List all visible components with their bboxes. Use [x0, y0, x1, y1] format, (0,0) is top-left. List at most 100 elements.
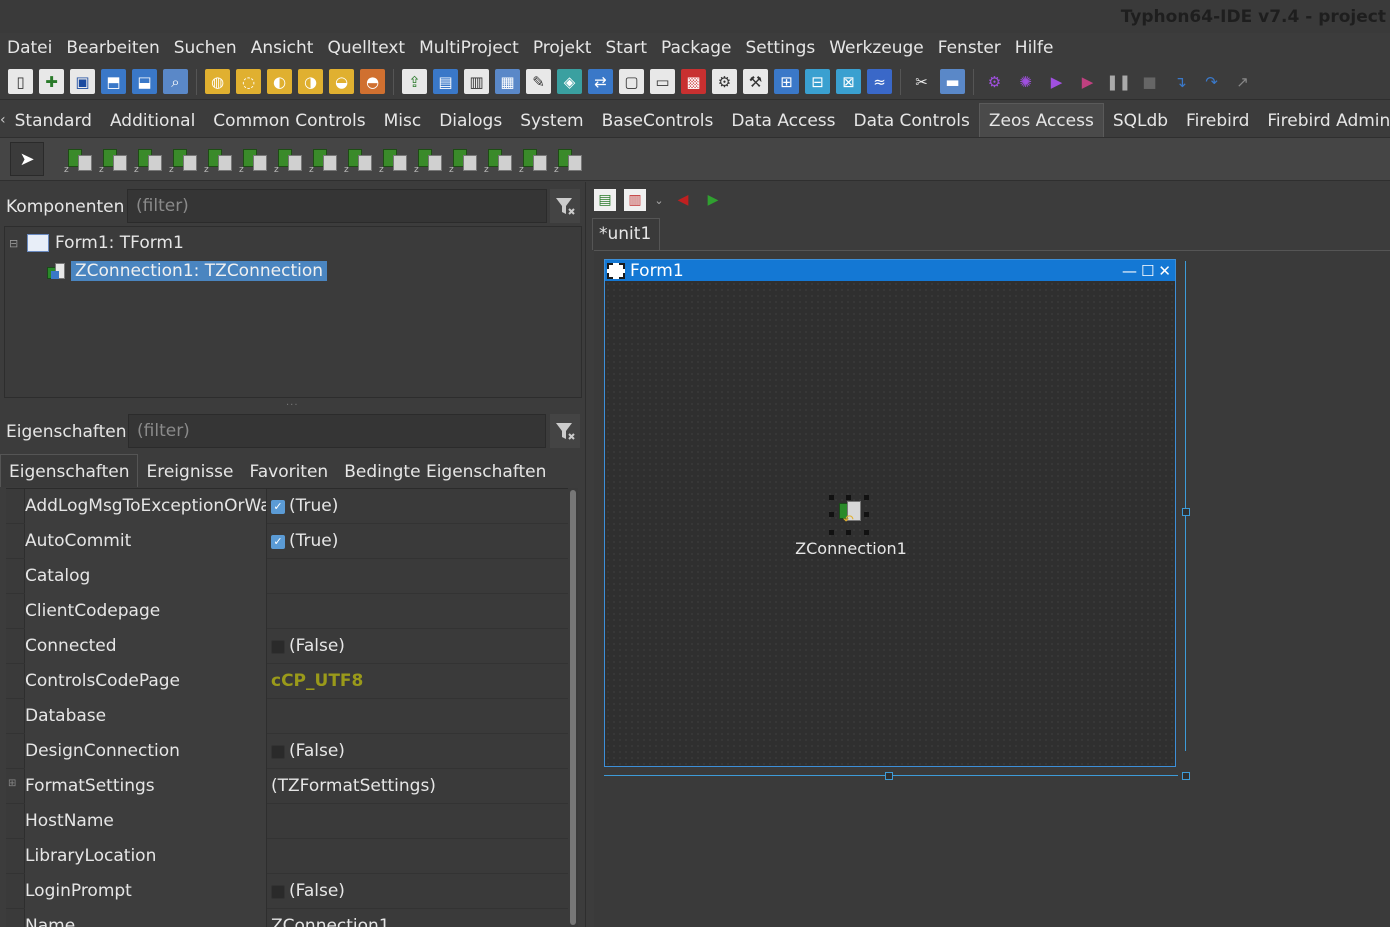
tree-collapse-icon[interactable]: ⊟ [9, 237, 27, 250]
project-tree-icon[interactable]: ⊠ [836, 69, 861, 94]
designed-form[interactable]: Form1 — ☐ ✕ ↶ ZConnection1 [604, 259, 1176, 767]
checkbox[interactable] [271, 639, 285, 654]
menu-item[interactable]: Bearbeiten [59, 38, 166, 58]
property-grid-scrollbar[interactable] [568, 488, 578, 927]
object-inspector-tab[interactable]: Favoriten [242, 454, 337, 487]
selection-handle[interactable] [829, 530, 834, 535]
property-value[interactable]: cCP_UTF8 [268, 664, 568, 699]
palette-tab[interactable]: Zeos Access [978, 103, 1104, 137]
menu-item[interactable]: Hilfe [1008, 38, 1061, 58]
open-file-icon[interactable]: ⇪ [402, 69, 427, 94]
run-icon[interactable]: ▶ [1044, 69, 1069, 94]
new-form-icon[interactable]: ▣ [70, 69, 95, 94]
property-row[interactable]: HostName [6, 804, 568, 839]
property-value[interactable]: ZConnection1 [268, 909, 568, 927]
checkbox[interactable]: ✓ [271, 499, 285, 514]
project-inspector-icon[interactable]: ⊟ [805, 69, 830, 94]
back-arrow-icon[interactable]: ◀ [672, 189, 694, 211]
scrollbar-thumb[interactable] [570, 490, 576, 925]
view-toggle-icon[interactable]: ▩ [681, 69, 706, 94]
page-options-icon[interactable]: ▥ [624, 189, 646, 211]
open-package-icon[interactable]: ◍ [205, 69, 230, 94]
menu-item[interactable]: Quelltext [320, 38, 412, 58]
package-folder-icon[interactable]: ◐ [267, 69, 292, 94]
palette-component-icon[interactable]: z [449, 143, 479, 175]
checkbox[interactable] [271, 744, 285, 759]
zconnection-component[interactable]: ↶ [829, 495, 869, 535]
forward-arrow-icon[interactable]: ▶ [702, 189, 724, 211]
package-dropdown-icon[interactable]: ◌ [236, 69, 261, 94]
step-into-icon[interactable]: ↴ [1168, 69, 1193, 94]
open-project-icon[interactable]: ⬒ [101, 69, 126, 94]
menu-item[interactable]: Datei [0, 38, 59, 58]
selection-handle[interactable] [829, 495, 834, 500]
new-page-icon[interactable]: ▤ [594, 189, 616, 211]
menu-item[interactable]: Settings [738, 38, 822, 58]
tree-row-zconnection[interactable]: ZConnection1: TZConnection [45, 258, 328, 284]
object-inspector-tab[interactable]: Bedingte Eigenschaften [336, 454, 554, 487]
property-value[interactable] [268, 839, 568, 874]
tools-icon[interactable]: ✂ [909, 69, 934, 94]
property-row[interactable]: ⊞ FormatSettings (TZFormatSettings) [6, 769, 568, 804]
new-file-icon[interactable]: ▯ [8, 69, 33, 94]
new-unit-icon[interactable]: ✚ [39, 69, 64, 94]
palette-component-icon[interactable]: z [239, 143, 269, 175]
palette-tab[interactable]: Dialogs [430, 103, 511, 137]
properties-filter-input[interactable]: (filter) [128, 414, 546, 448]
save-icon[interactable]: ▤ [433, 69, 458, 94]
palette-component-icon[interactable]: z [554, 143, 584, 175]
property-row[interactable]: AddLogMsgToExceptionOrWa ✓ (True) [6, 489, 568, 524]
settings-gear-icon[interactable]: ⚙ [982, 69, 1007, 94]
object-inspector-tab[interactable]: Eigenschaften [0, 454, 139, 487]
property-value[interactable] [268, 594, 568, 629]
palette-tab[interactable]: Data Controls [845, 103, 979, 137]
menu-item[interactable]: Start [598, 38, 654, 58]
wave-icon[interactable]: ≈ [867, 69, 892, 94]
selection-handle[interactable] [864, 495, 869, 500]
palette-component-icon[interactable]: z [309, 143, 339, 175]
palette-component-icon[interactable]: z [169, 143, 199, 175]
palette-component-icon[interactable]: z [64, 143, 94, 175]
palette-tab[interactable]: BaseControls [593, 103, 723, 137]
property-row[interactable]: Connected (False) [6, 629, 568, 664]
palette-component-icon[interactable]: z [379, 143, 409, 175]
property-row[interactable]: ControlsCodePage cCP_UTF8 [6, 664, 568, 699]
menu-item[interactable]: Package [654, 38, 738, 58]
palette-tab[interactable]: Standard [6, 103, 101, 137]
form-client-area[interactable]: ↶ ZConnection1 [605, 281, 1175, 766]
chevron-down-icon[interactable]: ⌄ [654, 189, 664, 211]
save-all-icon[interactable]: ▥ [464, 69, 489, 94]
property-row[interactable]: Catalog [6, 559, 568, 594]
save-as-icon[interactable]: ▦ [495, 69, 520, 94]
palette-tab[interactable]: SQLdb [1104, 103, 1177, 137]
pause-icon[interactable]: ❚❚ [1106, 69, 1131, 94]
settings-gears-icon[interactable]: ✺ [1013, 69, 1038, 94]
splitter-handle[interactable]: ··· [286, 400, 299, 411]
property-row[interactable]: LoginPrompt (False) [6, 874, 568, 909]
step-over-icon[interactable]: ↷ [1199, 69, 1224, 94]
palette-tab[interactable]: Common Controls [204, 103, 374, 137]
property-row[interactable]: LibraryLocation [6, 839, 568, 874]
menu-item[interactable]: Ansicht [244, 38, 321, 58]
view-forms-icon[interactable]: ▭ [650, 69, 675, 94]
checkbox[interactable]: ✓ [271, 534, 285, 549]
property-value[interactable]: ✓ (True) [268, 524, 568, 559]
property-value[interactable]: (False) [268, 874, 568, 909]
open-recent-icon[interactable]: ⬓ [132, 69, 157, 94]
selection-handle[interactable] [846, 530, 851, 535]
palette-tab[interactable]: Data Access [722, 103, 844, 137]
run-dropdown-icon[interactable]: ▶ [1075, 69, 1100, 94]
project-options-icon[interactable]: ⊞ [774, 69, 799, 94]
stop-icon[interactable]: ■ [1137, 69, 1162, 94]
tab-unit1[interactable]: *unit1 [592, 218, 661, 250]
package-add-icon[interactable]: ◑ [298, 69, 323, 94]
property-value[interactable]: (False) [268, 734, 568, 769]
inspect-icon[interactable]: ◈ [557, 69, 582, 94]
menu-item[interactable]: Werkzeuge [822, 38, 931, 58]
edit-icon[interactable]: ✎ [526, 69, 551, 94]
display-icon[interactable]: ▬ [940, 69, 965, 94]
palette-tab[interactable]: System [511, 103, 592, 137]
compile-icon[interactable]: ⚙ [712, 69, 737, 94]
property-row[interactable]: Database [6, 699, 568, 734]
object-inspector-tab[interactable]: Ereignisse [138, 454, 241, 487]
